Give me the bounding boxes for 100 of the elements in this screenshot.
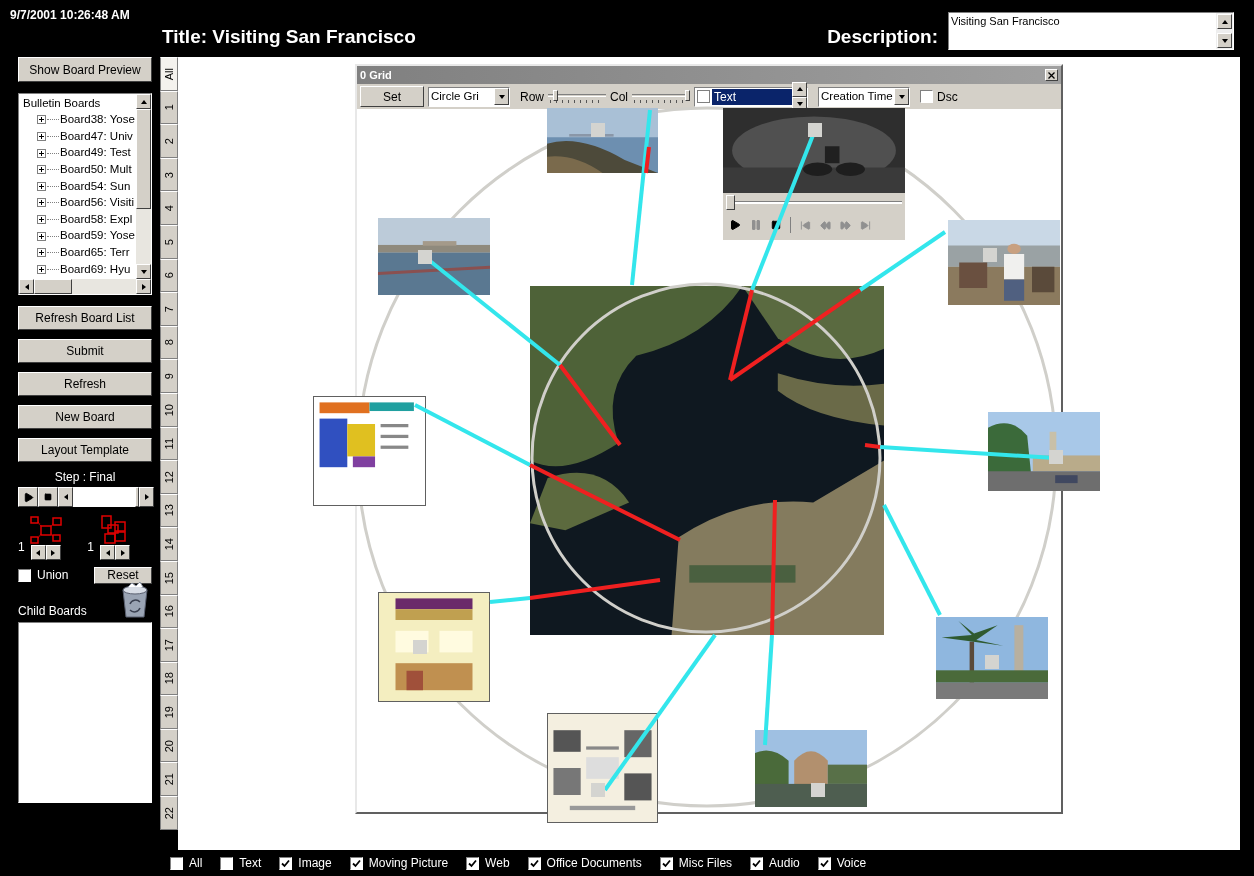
play-button[interactable]	[18, 487, 38, 507]
expand-icon[interactable]	[37, 248, 46, 258]
board-tab[interactable]: 12	[160, 460, 178, 494]
tree-item[interactable]: Board50: Mult	[23, 161, 136, 178]
tree-item[interactable]: Board59: Yose	[23, 227, 136, 245]
board-tab[interactable]: 4	[160, 191, 178, 225]
scroll-up-button[interactable]	[136, 94, 151, 109]
scroll-down-button[interactable]	[1217, 33, 1232, 48]
expand-icon[interactable]	[37, 148, 46, 158]
board-tab[interactable]: 6	[160, 258, 178, 293]
scroll-down-button[interactable]	[136, 264, 151, 279]
board-tab[interactable]: 7	[160, 292, 178, 326]
checkbox[interactable]	[659, 856, 673, 870]
decrease-button[interactable]	[30, 545, 46, 560]
close-button[interactable]	[1045, 69, 1058, 81]
expand-icon[interactable]	[37, 165, 46, 175]
sidebar-button[interactable]: Refresh Board List	[18, 306, 152, 330]
scroll-right-button[interactable]	[136, 279, 151, 294]
col-slider[interactable]	[632, 88, 691, 105]
scroll-left-button[interactable]	[58, 487, 73, 507]
dropdown-button[interactable]	[894, 88, 910, 105]
scroll-up-button[interactable]	[1217, 14, 1232, 29]
board-tab[interactable]: 17	[160, 628, 178, 662]
vertical-scrollbar[interactable]	[136, 94, 151, 279]
board-tab[interactable]: 16	[160, 594, 178, 629]
sidebar-button[interactable]: Submit	[18, 339, 152, 363]
tree-item[interactable]: Board38: Yose	[23, 111, 136, 129]
set-button[interactable]: Set	[360, 86, 424, 107]
tree-item[interactable]: Board69: Hyu	[23, 260, 136, 278]
tree-root[interactable]: Bulletin Boards	[23, 95, 136, 112]
horizontal-scrollbar[interactable]	[19, 279, 151, 294]
slider-thumb[interactable]	[553, 89, 559, 101]
step-scrollbar[interactable]	[58, 487, 154, 507]
increase-button[interactable]	[115, 545, 130, 560]
expand-icon[interactable]	[37, 198, 46, 208]
board-tab[interactable]: 15	[160, 560, 178, 595]
board-tab[interactable]: 18	[160, 661, 178, 696]
caret-right-icon	[142, 493, 151, 501]
checkbox[interactable]	[920, 90, 934, 103]
child-boards-label: Child Boards	[18, 604, 88, 618]
sidebar-button[interactable]: Refresh	[18, 372, 152, 396]
board-tab[interactable]: 13	[160, 493, 178, 528]
board-tab[interactable]: 8	[160, 325, 178, 360]
checkbox[interactable]	[750, 856, 764, 870]
expand-icon[interactable]	[37, 264, 46, 274]
scroll-thumb[interactable]	[136, 109, 151, 209]
dsc-label: Dsc	[937, 88, 958, 106]
checkbox[interactable]	[18, 568, 31, 582]
board-tab[interactable]: 14	[160, 527, 178, 561]
checkbox[interactable]	[527, 856, 541, 870]
tree-item[interactable]: Board49: Test	[23, 144, 136, 162]
board-tab[interactable]: 11	[160, 426, 178, 461]
scroll-thumb[interactable]	[135, 487, 139, 507]
tree-item[interactable]: Board56: Visiti	[23, 194, 136, 212]
checkbox[interactable]	[279, 856, 293, 870]
stop-button[interactable]	[38, 487, 58, 507]
sidebar-button[interactable]: New Board	[18, 405, 152, 429]
reset-button[interactable]: Reset	[94, 566, 152, 584]
expand-icon[interactable]	[37, 231, 46, 241]
board-tab[interactable]: 5	[160, 224, 178, 259]
board-tab[interactable]: 21	[160, 762, 178, 797]
board-tab[interactable]: 3	[160, 157, 178, 192]
row-slider[interactable]	[548, 88, 606, 105]
union-label: Union	[37, 567, 70, 584]
tree-item[interactable]: Board54: Sun	[23, 177, 136, 195]
sort-dropdown[interactable]: Creation Time	[818, 86, 911, 107]
recycle-bin-icon[interactable]	[120, 582, 150, 618]
board-tab[interactable]: 9	[160, 359, 178, 393]
board-tab[interactable]: 1	[160, 90, 178, 125]
board-tab[interactable]: 10	[160, 392, 178, 427]
checkbox[interactable]	[817, 856, 831, 870]
show-board-preview-button[interactable]: Show Board Preview	[18, 57, 152, 82]
tree-item[interactable]: Board65: Terr	[23, 244, 136, 261]
filter-label: Web	[485, 855, 510, 872]
expand-icon[interactable]	[37, 115, 46, 125]
checkbox[interactable]	[466, 856, 480, 870]
layout-dropdown[interactable]: Circle Gri	[428, 86, 510, 107]
checkbox[interactable]	[349, 856, 363, 870]
expand-icon[interactable]	[37, 214, 46, 224]
caret-right-icon	[139, 282, 148, 291]
scroll-thumb[interactable]	[34, 279, 72, 294]
scroll-right-button[interactable]	[139, 487, 154, 507]
expand-icon[interactable]	[37, 181, 46, 191]
checkbox[interactable]	[170, 856, 183, 870]
slider-thumb[interactable]	[685, 89, 691, 101]
scroll-left-button[interactable]	[19, 279, 34, 294]
board-tab[interactable]: 19	[160, 695, 178, 729]
expand-icon[interactable]	[37, 132, 46, 141]
scatter-layout-icon[interactable]	[28, 515, 63, 545]
board-tab[interactable]: 22	[160, 796, 178, 830]
checkbox[interactable]	[220, 856, 234, 870]
tree-item[interactable]: Board47: Univ	[23, 128, 136, 145]
sidebar-button[interactable]: Layout Template	[18, 438, 152, 462]
tree-item[interactable]: Board58: Expl	[23, 211, 136, 228]
board-tab[interactable]: All	[160, 57, 178, 91]
board-tab[interactable]: 20	[160, 728, 178, 763]
board-tab[interactable]: 2	[160, 124, 178, 158]
dropdown-button[interactable]	[494, 88, 509, 105]
decrease-button[interactable]	[100, 545, 115, 560]
description-field[interactable]: Visiting San Francisco	[948, 12, 1234, 50]
